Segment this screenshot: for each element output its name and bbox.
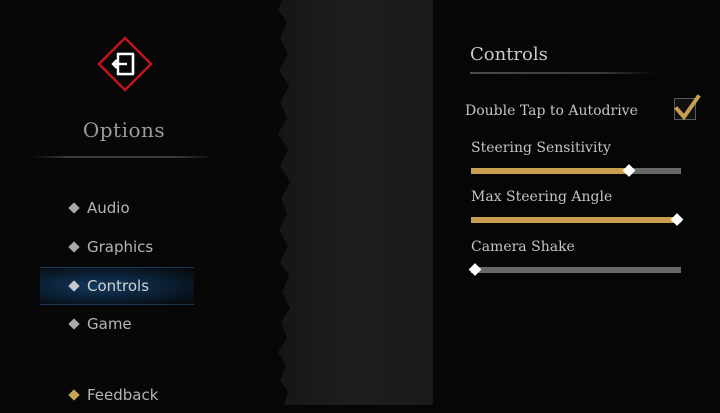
double-tap-checkbox[interactable] xyxy=(674,94,701,121)
title-divider xyxy=(32,156,214,158)
steering-sensitivity-label: Steering Sensitivity xyxy=(471,140,611,156)
menu-item-label: Graphics xyxy=(87,238,154,256)
diamond-bullet-icon xyxy=(68,389,80,401)
slider-track xyxy=(471,267,681,273)
steering-sensitivity-slider[interactable] xyxy=(471,164,681,177)
options-sidebar: Options Audio Graphics Controls Game Fee… xyxy=(0,0,275,405)
menu-item-feedback[interactable]: Feedback xyxy=(0,377,230,413)
exit-door-icon[interactable] xyxy=(97,36,153,92)
decorative-background xyxy=(268,0,434,405)
checkmark-icon xyxy=(674,94,701,121)
menu-item-label: Controls xyxy=(87,277,150,295)
diamond-bullet-icon xyxy=(68,280,80,292)
diamond-bullet-icon xyxy=(68,241,80,253)
max-steering-angle-label: Max Steering Angle xyxy=(471,189,613,205)
menu-item-label: Audio xyxy=(87,199,130,217)
camera-shake-label: Camera Shake xyxy=(471,239,575,255)
section-title: Controls xyxy=(470,44,548,65)
slider-fill xyxy=(471,168,629,174)
double-tap-label: Double Tap to Autodrive xyxy=(465,103,638,119)
menu-item-label: Game xyxy=(87,315,132,333)
slider-fill xyxy=(471,217,677,223)
camera-shake-slider[interactable] xyxy=(468,263,681,276)
menu-item-label: Feedback xyxy=(87,386,159,404)
menu-item-graphics[interactable]: Graphics xyxy=(0,229,230,265)
menu-item-controls[interactable]: Controls xyxy=(40,267,194,305)
section-divider xyxy=(470,72,656,74)
menu-item-audio[interactable]: Audio xyxy=(0,190,230,226)
max-steering-angle-slider[interactable] xyxy=(471,213,684,226)
diamond-bullet-icon xyxy=(68,318,80,330)
options-title: Options xyxy=(82,118,166,142)
menu-item-game[interactable]: Game xyxy=(0,306,230,342)
diamond-bullet-icon xyxy=(68,202,80,214)
